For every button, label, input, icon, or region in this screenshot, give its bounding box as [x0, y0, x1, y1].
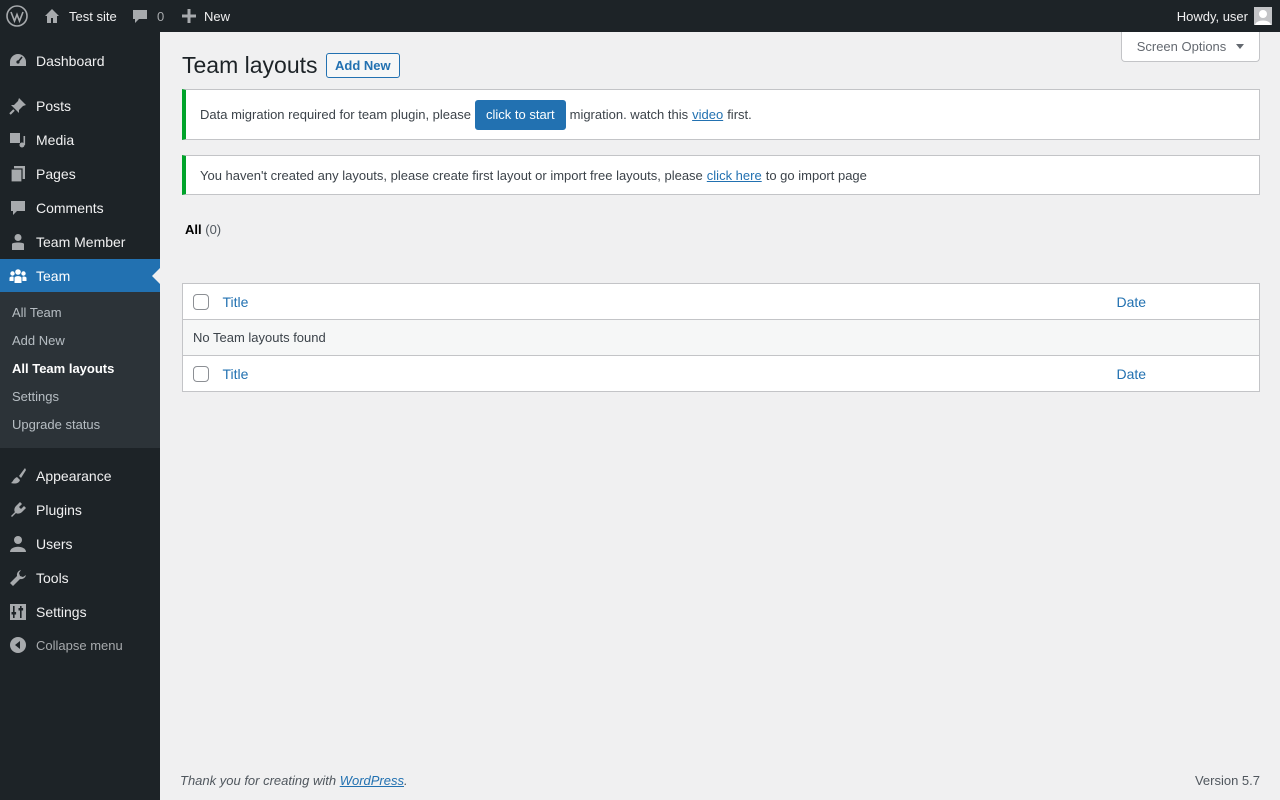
footer-thanks: Thank you for creating with WordPress. [180, 773, 408, 788]
pushpin-icon [0, 97, 36, 115]
home-icon [43, 7, 61, 25]
team-submenu: All Team Add New All Team layouts Settin… [0, 292, 160, 448]
notice-text: to go import page [765, 167, 867, 183]
footer-period: . [404, 773, 408, 788]
menu-item-media[interactable]: Media [0, 123, 160, 157]
submenu-item-all-team-layouts[interactable]: All Team layouts [12, 359, 114, 379]
menu-item-plugins[interactable]: Plugins [0, 493, 160, 527]
new-label: New [204, 8, 231, 24]
collapse-icon [0, 636, 36, 654]
footer-thanks-text: Thank you for creating with [180, 773, 337, 788]
menu-item-comments[interactable]: Comments [0, 191, 160, 225]
menu-label: Plugins [36, 502, 82, 518]
layouts-table: Title Date No Team layouts found Title D… [182, 283, 1260, 392]
no-items-message: No Team layouts found [182, 319, 1260, 356]
settings-icon [0, 603, 36, 621]
notice-text: You haven't created any layouts, please … [200, 167, 703, 183]
menu-label: Dashboard [36, 53, 105, 69]
start-migration-button[interactable]: click to start [474, 99, 566, 130]
menu-label: Posts [36, 98, 72, 114]
caret-down-icon [1236, 44, 1245, 49]
comment-icon [132, 8, 148, 24]
menu-item-team[interactable]: Team [0, 259, 160, 293]
collapse-label: Collapse menu [36, 637, 123, 653]
layouts-notice: You haven't created any layouts, please … [182, 155, 1260, 195]
select-all-checkbox[interactable] [193, 294, 209, 310]
comments-count: 0 [157, 8, 165, 24]
menu-item-tools[interactable]: Tools [0, 561, 160, 595]
screen-options-button[interactable]: Screen Options [1121, 32, 1260, 62]
filter-all-link[interactable]: All [185, 222, 202, 237]
menu-label: Comments [36, 200, 104, 216]
menu-label: Users [36, 536, 73, 552]
filter-all-count: (0) [205, 222, 222, 237]
notice-text: first. [727, 107, 752, 122]
site-name-link[interactable]: Test site [43, 0, 117, 32]
version-text: Version 5.7 [1194, 773, 1260, 788]
comment-icon [0, 199, 36, 217]
menu-item-dashboard[interactable]: Dashboard [0, 44, 160, 78]
column-title-header[interactable]: Title [222, 283, 1117, 320]
wrench-icon [0, 569, 36, 587]
menu-label: Appearance [36, 468, 112, 484]
admin-menu: Dashboard Posts Media Pages Comments Tea… [0, 32, 160, 800]
pages-icon [0, 165, 36, 183]
admin-bar: Test site 0 New Howdy, user [0, 0, 1280, 32]
submenu-item-upgrade-status[interactable]: Upgrade status [12, 415, 100, 435]
site-name: Test site [69, 8, 117, 24]
notice-text: Data migration required for team plugin,… [200, 107, 471, 122]
menu-label: Media [36, 132, 75, 148]
menu-label: Team [36, 268, 71, 284]
wordpress-logo-icon[interactable] [6, 0, 28, 32]
menu-label: Team Member [36, 234, 126, 250]
menu-item-users[interactable]: Users [0, 527, 160, 561]
media-icon [0, 131, 36, 149]
submenu-item-all-team[interactable]: All Team [12, 303, 62, 323]
comments-link[interactable]: 0 [132, 0, 164, 32]
users-icon [0, 535, 36, 553]
menu-item-team-member[interactable]: Team Member [0, 225, 160, 259]
select-all-checkbox[interactable] [193, 366, 209, 382]
avatar [1254, 7, 1272, 25]
column-date-header[interactable]: Date [1116, 283, 1260, 320]
status-filter: All (0) [185, 222, 221, 237]
notice-text: migration. watch this [569, 107, 689, 122]
menu-label: Tools [36, 570, 69, 586]
person-icon [0, 233, 36, 251]
groups-icon [0, 267, 36, 285]
paintbrush-icon [0, 467, 36, 485]
menu-label: Pages [36, 166, 76, 182]
admin-footer: Thank you for creating with WordPress. V… [180, 773, 1260, 788]
migration-notice: Data migration required for team plugin,… [182, 89, 1260, 140]
table-header-row: Title Date [182, 283, 1260, 320]
my-account-link[interactable]: Howdy, user [1177, 0, 1272, 32]
greeting: Howdy, user [1176, 8, 1248, 24]
main-content: Screen Options Team layouts Add New Data… [160, 32, 1280, 800]
page-title: Team layouts [182, 52, 318, 78]
import-page-link[interactable]: click here [707, 168, 762, 183]
submenu-item-add-new[interactable]: Add New [12, 331, 65, 351]
table-row: No Team layouts found [182, 319, 1260, 356]
select-all-cell [182, 355, 223, 392]
menu-item-pages[interactable]: Pages [0, 157, 160, 191]
menu-item-settings[interactable]: Settings [0, 595, 160, 629]
wordpress-link[interactable]: WordPress [340, 773, 404, 788]
submenu-item-settings[interactable]: Settings [12, 387, 59, 407]
dashboard-icon [0, 52, 36, 70]
collapse-menu-button[interactable]: Collapse menu [0, 628, 160, 662]
menu-item-posts[interactable]: Posts [0, 89, 160, 123]
select-all-cell [182, 283, 223, 320]
screen-options-label: Screen Options [1136, 39, 1227, 54]
plus-icon [182, 9, 196, 23]
menu-item-appearance[interactable]: Appearance [0, 459, 160, 493]
add-new-button[interactable]: Add New [326, 53, 400, 78]
new-content-link[interactable]: New [182, 0, 230, 32]
video-link[interactable]: video [692, 107, 723, 122]
plugin-icon [0, 501, 36, 519]
table-footer-row: Title Date [182, 355, 1260, 392]
column-title-footer[interactable]: Title [222, 355, 1117, 392]
menu-label: Settings [36, 604, 87, 620]
column-date-footer[interactable]: Date [1116, 355, 1260, 392]
